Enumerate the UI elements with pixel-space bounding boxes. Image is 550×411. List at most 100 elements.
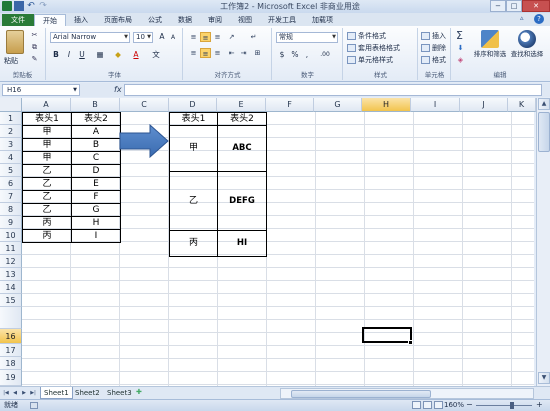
cell-b1[interactable]: 表头2 (71, 112, 121, 126)
borders-icon[interactable]: ▦ (95, 50, 105, 60)
comma-button[interactable]: , (302, 50, 312, 60)
cell-b5[interactable]: D (71, 164, 121, 178)
tab-formulas[interactable]: 公式 (140, 14, 170, 26)
row-header-3[interactable]: 3 (0, 138, 22, 151)
italic-button[interactable]: I (64, 50, 74, 60)
macro-record-icon[interactable] (30, 402, 38, 409)
cut-icon[interactable]: ✂ (30, 31, 39, 39)
row-header-8[interactable]: 8 (0, 203, 22, 216)
underline-button[interactable]: U (77, 50, 87, 60)
cell-a4[interactable]: 甲 (22, 151, 72, 165)
find-select-button[interactable]: 查找和选择 (508, 30, 546, 58)
row-header-9[interactable]: 9 (0, 216, 22, 229)
page-break-view-icon[interactable] (434, 401, 443, 409)
row-header-1[interactable]: 1 (0, 112, 22, 125)
column-header-h[interactable]: H (362, 98, 411, 112)
conditional-format-button[interactable]: 条件格式 (347, 31, 386, 41)
cell-a7[interactable]: 乙 (22, 190, 72, 204)
right-arrow-shape[interactable] (118, 124, 170, 158)
number-format-select[interactable]: 常规 ▼ (276, 32, 338, 43)
align-top-icon[interactable]: ≡ (188, 32, 199, 42)
paste-label[interactable]: 粘贴 (4, 56, 18, 66)
zoom-in-button[interactable]: + (536, 399, 543, 410)
cell-b9[interactable]: H (71, 216, 121, 230)
vertical-scrollbar[interactable]: ▲ ▼ (536, 98, 550, 386)
cell-a5[interactable]: 乙 (22, 164, 72, 178)
row-header-19[interactable]: 19 (0, 370, 22, 386)
zoom-slider-thumb[interactable] (510, 402, 514, 409)
orientation-icon[interactable]: ↗ (226, 32, 237, 42)
help-icon[interactable]: ? (534, 14, 544, 24)
grow-font-button[interactable]: A (157, 32, 167, 42)
zoom-slider[interactable] (476, 405, 532, 406)
insert-sheet-icon[interactable]: ✚ (136, 388, 146, 398)
horizontal-scroll-thumb[interactable] (291, 390, 431, 398)
fill-handle[interactable] (408, 340, 413, 345)
formula-input[interactable] (124, 84, 542, 96)
row-header-7[interactable]: 7 (0, 190, 22, 203)
worksheet-grid[interactable]: 表头1 表头2 甲 A 甲 B 甲 C 乙 D 乙 E 乙 F 乙 G 丙 H … (22, 112, 534, 386)
sort-filter-button[interactable]: 排序和筛选 (472, 30, 508, 58)
cell-e2-merged[interactable]: ABC (217, 125, 267, 172)
shrink-font-button[interactable]: A (168, 33, 178, 43)
zoom-level[interactable]: 160% (444, 400, 464, 411)
vertical-scroll-thumb[interactable] (538, 112, 550, 152)
cell-d5-merged[interactable]: 乙 (169, 171, 218, 231)
horizontal-scrollbar[interactable] (280, 388, 534, 399)
row-header-5[interactable]: 5 (0, 164, 22, 177)
cell-a9[interactable]: 丙 (22, 216, 72, 230)
select-all-corner[interactable] (0, 98, 22, 112)
row-header-15[interactable]: 15 (0, 294, 22, 307)
column-header-i[interactable]: I (411, 98, 460, 112)
column-header-f[interactable]: F (266, 98, 314, 112)
increase-indent-icon[interactable]: ⇥ (238, 48, 249, 58)
column-header-c[interactable]: C (120, 98, 169, 112)
percent-button[interactable]: % (290, 50, 300, 60)
column-header-d[interactable]: D (169, 98, 217, 112)
paste-icon[interactable] (6, 30, 24, 54)
cell-a6[interactable]: 乙 (22, 177, 72, 191)
page-layout-view-icon[interactable] (423, 401, 432, 409)
row-header-18[interactable]: 18 (0, 357, 22, 370)
sheet-tab-sheet1[interactable]: Sheet1 (40, 387, 73, 399)
font-color-icon[interactable]: A (131, 50, 141, 60)
column-header-a[interactable]: A (22, 98, 71, 112)
copy-icon[interactable]: ⧉ (30, 43, 39, 51)
tab-addins[interactable]: 加载项 (304, 14, 341, 26)
cell-b10[interactable]: I (71, 229, 121, 243)
column-header-e[interactable]: E (217, 98, 266, 112)
cell-a1[interactable]: 表头1 (22, 112, 72, 126)
decimal-button[interactable]: .00 (315, 50, 335, 60)
cell-b6[interactable]: E (71, 177, 121, 191)
scroll-up-icon[interactable]: ▲ (538, 98, 550, 110)
cell-a2[interactable]: 甲 (22, 125, 72, 139)
bold-button[interactable]: B (51, 50, 61, 60)
insert-cells-button[interactable]: 插入 (421, 31, 446, 41)
row-header-10[interactable]: 10 (0, 229, 22, 242)
tab-review[interactable]: 审阅 (200, 14, 230, 26)
align-left-icon[interactable]: ≡ (188, 48, 199, 58)
row-header-6[interactable]: 6 (0, 177, 22, 190)
currency-button[interactable]: $ (277, 50, 287, 60)
column-header-j[interactable]: J (460, 98, 508, 112)
first-sheet-icon[interactable]: |◀ (2, 389, 10, 398)
undo-icon[interactable]: ↶ (26, 1, 36, 11)
tab-file[interactable]: 文件 (2, 14, 34, 26)
autosum-icon[interactable]: Σ (456, 29, 463, 42)
font-name-select[interactable]: Arial Narrow ▼ (50, 32, 130, 43)
cell-b4[interactable]: C (71, 151, 121, 165)
row-header-16[interactable]: 16 (0, 329, 22, 344)
tab-home[interactable]: 开始 (34, 14, 66, 26)
align-bottom-icon[interactable]: ≡ (212, 32, 223, 42)
close-button[interactable]: ✕ (522, 0, 550, 12)
row-header-11[interactable]: 11 (0, 242, 22, 255)
cell-e1[interactable]: 表头2 (217, 112, 267, 126)
column-header-b[interactable]: B (71, 98, 120, 112)
fill-color-icon[interactable]: ◆ (113, 50, 123, 60)
cell-e9-merged[interactable]: HI (217, 230, 267, 257)
merge-center-icon[interactable]: ⊞ (252, 48, 263, 58)
tab-page-layout[interactable]: 页面布局 (96, 14, 140, 26)
fill-icon[interactable]: ⬇ (456, 44, 465, 52)
format-as-table-button[interactable]: 套用表格格式 (347, 43, 400, 53)
delete-cells-button[interactable]: 删除 (421, 43, 446, 53)
